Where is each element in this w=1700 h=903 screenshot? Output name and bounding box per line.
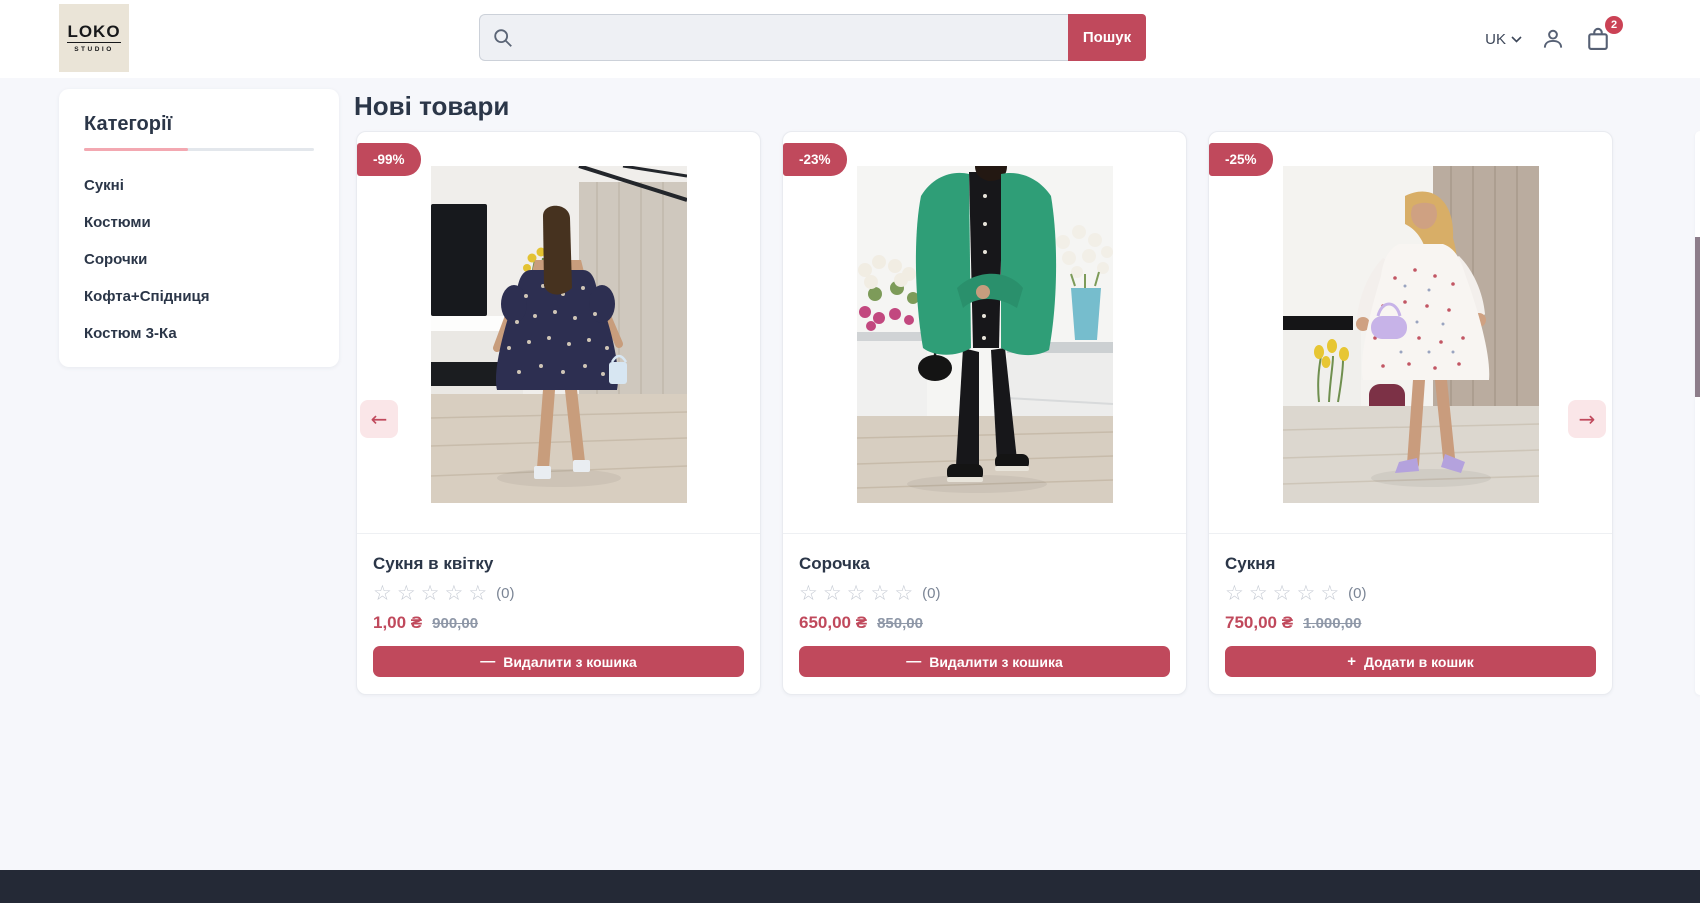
next-product-photo-partial (1695, 237, 1700, 397)
old-price: 850,00 (877, 615, 923, 632)
star-icon: ☆ (421, 583, 440, 604)
star-icon: ☆ (847, 583, 866, 604)
star-icon: ☆ (1296, 583, 1315, 604)
rating: ☆ ☆ ☆ ☆ ☆ (0) (799, 583, 1170, 604)
sidebar-item-kostiumy[interactable]: Костюми (84, 214, 314, 232)
product-photo[interactable] (857, 166, 1113, 503)
sidebar-item-kofta-spidnytsia[interactable]: Кофта+Спідниця (84, 288, 314, 306)
cart-count-badge: 2 (1605, 16, 1623, 34)
product-info: Сукня ☆ ☆ ☆ ☆ ☆ (0) 750,00 ₴ 1.000,00 + … (1209, 533, 1612, 694)
price-row: 650,00 ₴ 850,00 (799, 613, 1170, 633)
page-title: Нові товари (354, 92, 509, 121)
search-input-container (479, 14, 1068, 61)
sidebar-item-sukni[interactable]: Сукні (84, 177, 314, 195)
current-price: 650,00 ₴ (799, 613, 867, 633)
rating-count: (0) (922, 585, 940, 602)
star-icon: ☆ (870, 583, 889, 604)
star-icon: ☆ (894, 583, 913, 604)
sidebar-item-sorochky[interactable]: Сорочки (84, 251, 314, 269)
language-code: UK (1485, 31, 1506, 48)
header: LOKO STUDIO Пошук UK (0, 0, 1700, 78)
arrow-left-icon: ← (371, 407, 388, 431)
cart-action-label: Додати в кошик (1364, 654, 1474, 670)
product-photo[interactable] (431, 166, 687, 503)
product-photo-illustration (857, 166, 1113, 503)
product-photo-illustration (1283, 166, 1539, 503)
current-price: 750,00 ₴ (1225, 613, 1293, 633)
logo-text-sub: STUDIO (74, 46, 114, 53)
logo[interactable]: LOKO STUDIO (59, 4, 129, 72)
arrow-right-icon: → (1579, 407, 1596, 431)
star-icon: ☆ (1320, 583, 1339, 604)
cart-button[interactable]: 2 (1584, 25, 1612, 53)
rating-count: (0) (496, 585, 514, 602)
star-icon: ☆ (823, 583, 842, 604)
cart-action-label: Видалити з кошика (929, 654, 1063, 670)
old-price: 1.000,00 (1303, 615, 1361, 632)
discount-badge: -99% (357, 143, 421, 176)
price-row: 750,00 ₴ 1.000,00 (1225, 613, 1596, 633)
star-icon: ☆ (1249, 583, 1268, 604)
account-button[interactable] (1540, 26, 1566, 52)
old-price: 900,00 (432, 615, 478, 632)
product-info: Сукня в квітку ☆ ☆ ☆ ☆ ☆ (0) 1,00 ₴ 900,… (357, 533, 760, 694)
language-selector[interactable]: UK (1485, 31, 1522, 48)
footer (0, 870, 1700, 903)
minus-icon: — (480, 653, 495, 670)
star-icon: ☆ (397, 583, 416, 604)
discount-badge: -23% (783, 143, 847, 176)
star-icon: ☆ (1225, 583, 1244, 604)
remove-from-cart-button[interactable]: — Видалити з кошика (373, 646, 744, 677)
product-title[interactable]: Сукня (1225, 554, 1596, 574)
minus-icon: — (906, 653, 921, 670)
categories-list: Сукні Костюми Сорочки Кофта+Спідниця Кос… (84, 177, 314, 343)
remove-from-cart-button[interactable]: — Видалити з кошика (799, 646, 1170, 677)
search-bar: Пошук (479, 14, 1146, 61)
header-actions: UK 2 (1485, 0, 1612, 78)
carousel-prev-button[interactable]: ← (360, 400, 398, 438)
search-input[interactable] (480, 15, 1068, 60)
product-photo[interactable] (1283, 166, 1539, 503)
star-icon: ☆ (444, 583, 463, 604)
cart-action-label: Видалити з кошика (503, 654, 637, 670)
discount-badge: -25% (1209, 143, 1273, 176)
categories-title: Категорії (84, 113, 314, 136)
search-button[interactable]: Пошук (1068, 14, 1146, 61)
categories-divider (84, 148, 314, 151)
product-info: Сорочка ☆ ☆ ☆ ☆ ☆ (0) 650,00 ₴ 850,00 — … (783, 533, 1186, 694)
star-icon: ☆ (468, 583, 487, 604)
rating: ☆ ☆ ☆ ☆ ☆ (0) (373, 583, 744, 604)
categories-panel: Категорії Сукні Костюми Сорочки Кофта+Сп… (59, 89, 339, 367)
rating: ☆ ☆ ☆ ☆ ☆ (0) (1225, 583, 1596, 604)
product-card: -23% Сорочка ☆ ☆ ☆ ☆ ☆ (0) 650,00 ₴ 850,… (782, 131, 1187, 695)
product-title[interactable]: Сорочка (799, 554, 1170, 574)
user-icon (1540, 26, 1566, 52)
add-to-cart-button[interactable]: + Додати в кошик (1225, 646, 1596, 677)
product-photo-illustration (431, 166, 687, 503)
star-icon: ☆ (1273, 583, 1292, 604)
sidebar-item-kostium-3ka[interactable]: Костюм 3-Ка (84, 325, 314, 343)
chevron-down-icon (1511, 36, 1522, 43)
plus-icon: + (1347, 653, 1356, 670)
search-icon (492, 27, 514, 49)
product-card: -25% Сукня ☆ ☆ ☆ ☆ ☆ (0) 750,00 ₴ 1.000,… (1208, 131, 1613, 695)
rating-count: (0) (1348, 585, 1366, 602)
product-card: -99% Сукня в квітку ☆ ☆ ☆ ☆ ☆ (0) 1,00 ₴… (356, 131, 761, 695)
carousel-next-button[interactable]: → (1568, 400, 1606, 438)
current-price: 1,00 ₴ (373, 613, 422, 633)
star-icon: ☆ (373, 583, 392, 604)
star-icon: ☆ (799, 583, 818, 604)
price-row: 1,00 ₴ 900,00 (373, 613, 744, 633)
next-product-card-partial (1695, 131, 1700, 695)
logo-text-main: LOKO (67, 23, 120, 44)
product-title[interactable]: Сукня в квітку (373, 554, 744, 574)
